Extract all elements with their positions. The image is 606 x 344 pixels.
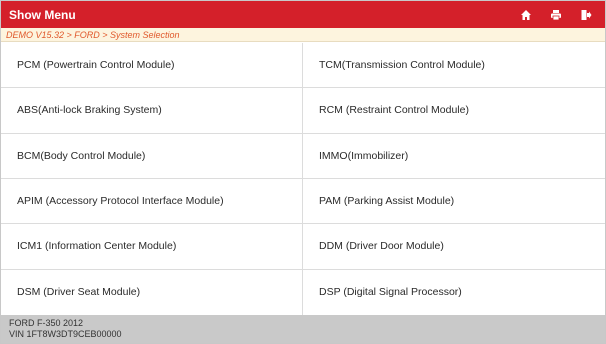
print-button[interactable] [545, 4, 567, 26]
exit-button[interactable] [575, 4, 597, 26]
system-item-pam[interactable]: PAM (Parking Assist Module) [303, 179, 605, 225]
system-list: PCM (Powertrain Control Module) TCM(Tran… [1, 43, 605, 315]
system-item-bcm[interactable]: BCM(Body Control Module) [1, 133, 303, 179]
system-item-rcm[interactable]: RCM (Restraint Control Module) [303, 88, 605, 134]
system-item-tcm[interactable]: TCM(Transmission Control Module) [303, 43, 605, 89]
system-item-immo[interactable]: IMMO(Immobilizer) [303, 134, 605, 179]
home-icon [521, 9, 531, 20]
system-item-dsm[interactable]: DSM (Driver Seat Module) [1, 269, 303, 315]
system-item-abs[interactable]: ABS(Anti-lock Braking System) [1, 88, 303, 134]
vehicle-vin: VIN 1FT8W3DT9CEB00000 [9, 329, 122, 339]
page-title: Show Menu [9, 7, 76, 22]
vehicle-model: FORD F-350 2012 [9, 318, 84, 328]
breadcrumb: DEMO V15.32 > FORD > System Selection [1, 28, 605, 42]
home-button[interactable] [515, 4, 537, 26]
title-bar: Show Menu [1, 1, 605, 28]
system-item-dsp[interactable]: DSP (Digital Signal Processor) [303, 270, 605, 315]
app-window: Show Menu DEMO V15.32 > FORD > System Se… [0, 0, 606, 344]
vehicle-info-bar: FORD F-350 2012 VIN 1FT8W3DT9CEB00000 [1, 315, 605, 343]
exit-icon [581, 9, 592, 20]
system-item-pcm[interactable]: PCM (Powertrain Control Module) [1, 43, 303, 89]
system-item-apim[interactable]: APIM (Accessory Protocol Interface Modul… [1, 178, 303, 225]
system-item-icm1[interactable]: ICM1 (Information Center Module) [1, 224, 303, 270]
system-item-ddm[interactable]: DDM (Driver Door Module) [303, 224, 605, 270]
print-icon [551, 9, 561, 20]
